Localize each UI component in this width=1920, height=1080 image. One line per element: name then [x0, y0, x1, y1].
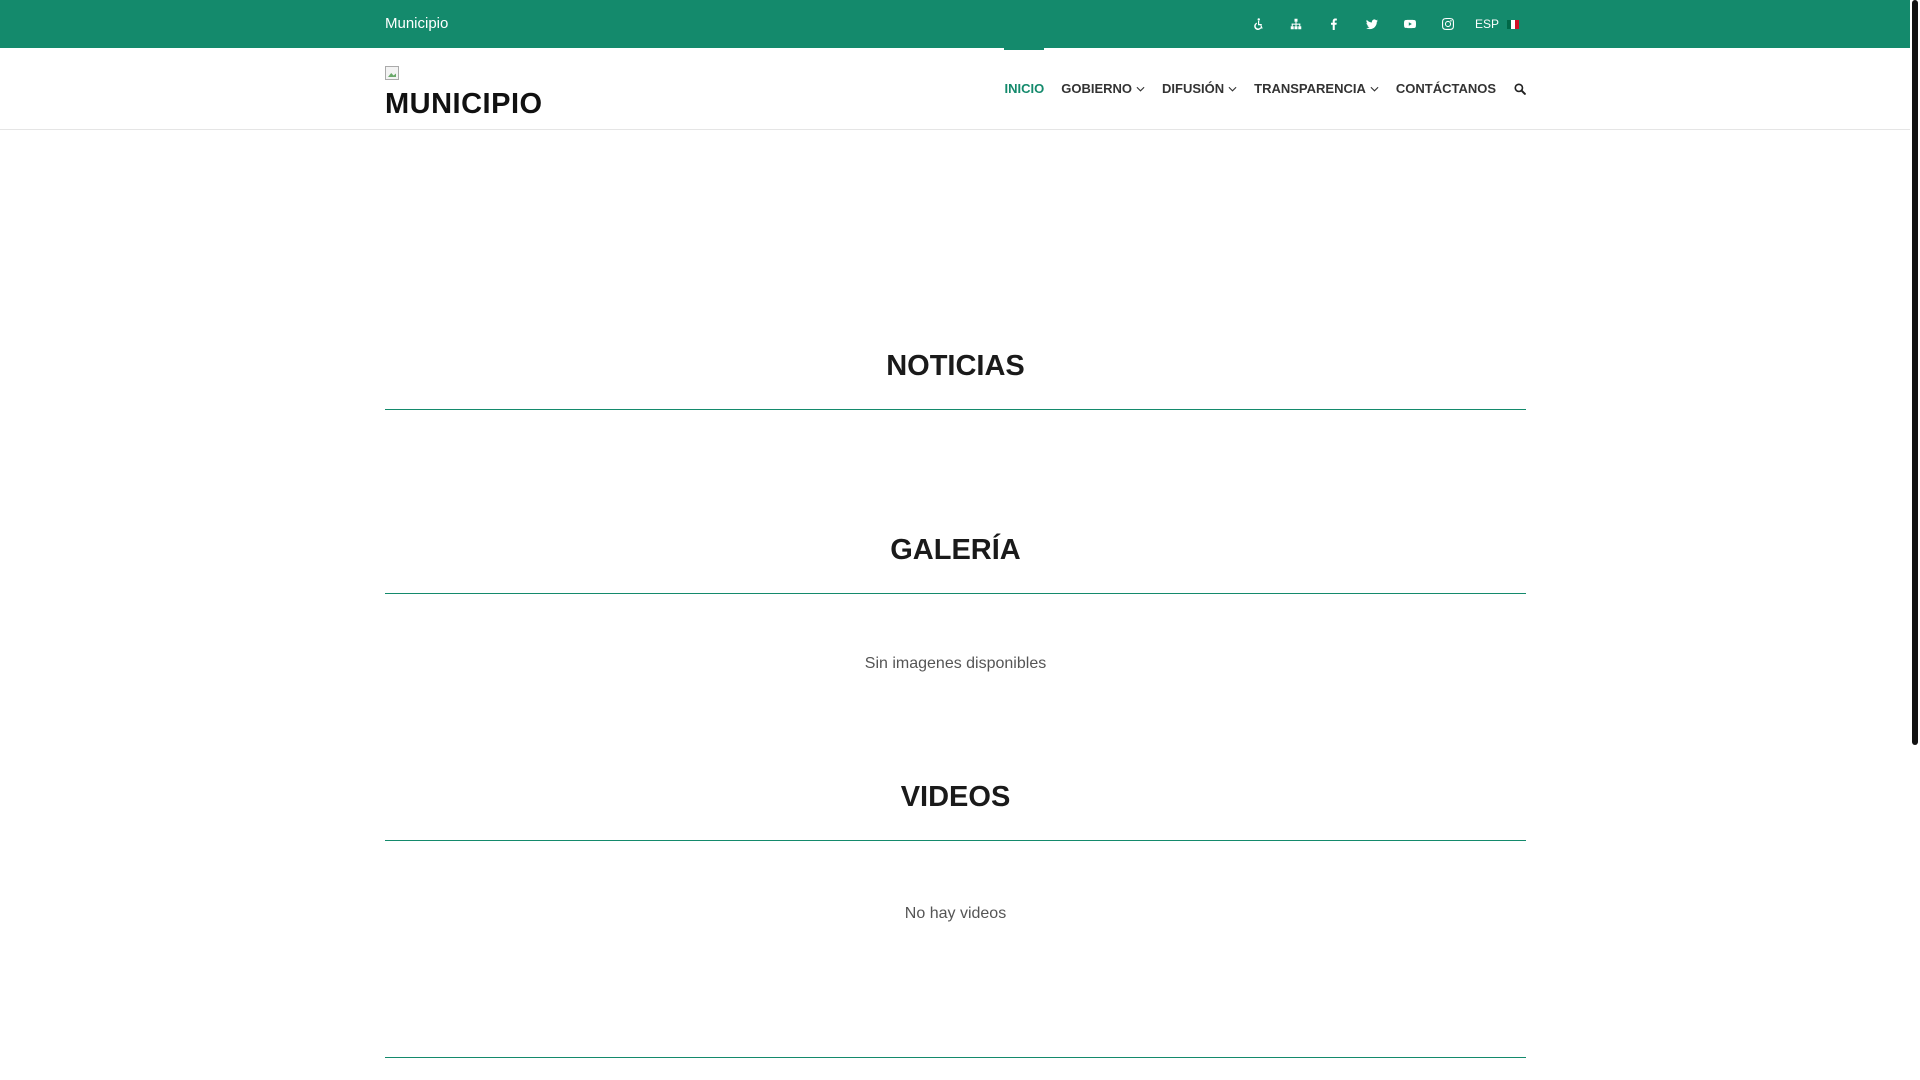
- facebook-icon[interactable]: [1315, 0, 1353, 48]
- chevron-down-icon: [1136, 86, 1145, 92]
- top-bar: Municipio ESP: [0, 0, 1910, 48]
- twitter-icon[interactable]: [1353, 0, 1391, 48]
- chevron-down-icon: [1370, 86, 1379, 92]
- top-bar-icons: ESP: [1239, 0, 1519, 48]
- gallery-section-title: GALERÍA: [890, 534, 1021, 566]
- nav-item-label: CONTÁCTANOS: [1395, 81, 1496, 96]
- site-name[interactable]: Municipio: [385, 15, 448, 32]
- nav-item-label: INICIO: [1004, 81, 1045, 96]
- instagram-icon[interactable]: [1429, 0, 1467, 48]
- youtube-icon[interactable]: [1391, 0, 1429, 48]
- nav-item-inicio[interactable]: INICIO: [1004, 48, 1044, 129]
- nav-item-contactanos[interactable]: CONTÁCTANOS: [1396, 48, 1496, 129]
- main-header: MUNICIPIO INICIO GOBIERNO DIFUSIÓN TRANS…: [0, 48, 1910, 130]
- nav-item-difusion[interactable]: DIFUSIÓN: [1162, 48, 1237, 129]
- logo-image[interactable]: [385, 66, 399, 80]
- language-label: ESP: [1474, 17, 1499, 31]
- nav-item-label: DIFUSIÓN: [1162, 81, 1225, 96]
- search-icon[interactable]: [1514, 82, 1526, 95]
- nav-item-transparencia[interactable]: TRANSPARENCIA: [1254, 48, 1379, 129]
- sitemap-icon[interactable]: [1277, 0, 1315, 48]
- videos-section-title: VIDEOS: [900, 781, 1011, 813]
- nav-item-gobierno[interactable]: GOBIERNO: [1061, 48, 1145, 129]
- videos-empty-message: No hay videos: [904, 905, 1007, 922]
- nav-item-label: GOBIERNO: [1061, 81, 1133, 96]
- main-nav: INICIO GOBIERNO DIFUSIÓN TRANSPARENCIA C…: [987, 48, 1526, 129]
- news-section-title: NOTICIAS: [886, 350, 1025, 382]
- mexico-flag-icon: [1507, 19, 1519, 29]
- accessibility-icon[interactable]: [1239, 0, 1277, 48]
- gallery-empty-message: Sin imagenes disponibles: [864, 655, 1047, 672]
- vertical-scrollbar[interactable]: [1910, 0, 1920, 1080]
- logo-text[interactable]: MUNICIPIO: [385, 88, 543, 121]
- scrollbar-thumb[interactable]: [1912, 0, 1918, 745]
- footer-divider: [385, 1057, 1526, 1058]
- language-selector[interactable]: ESP: [1475, 17, 1519, 31]
- videos-divider: [385, 840, 1526, 841]
- chevron-down-icon: [1228, 86, 1237, 92]
- news-divider: [385, 409, 1526, 410]
- gallery-divider: [385, 593, 1526, 594]
- nav-item-label: TRANSPARENCIA: [1254, 81, 1366, 96]
